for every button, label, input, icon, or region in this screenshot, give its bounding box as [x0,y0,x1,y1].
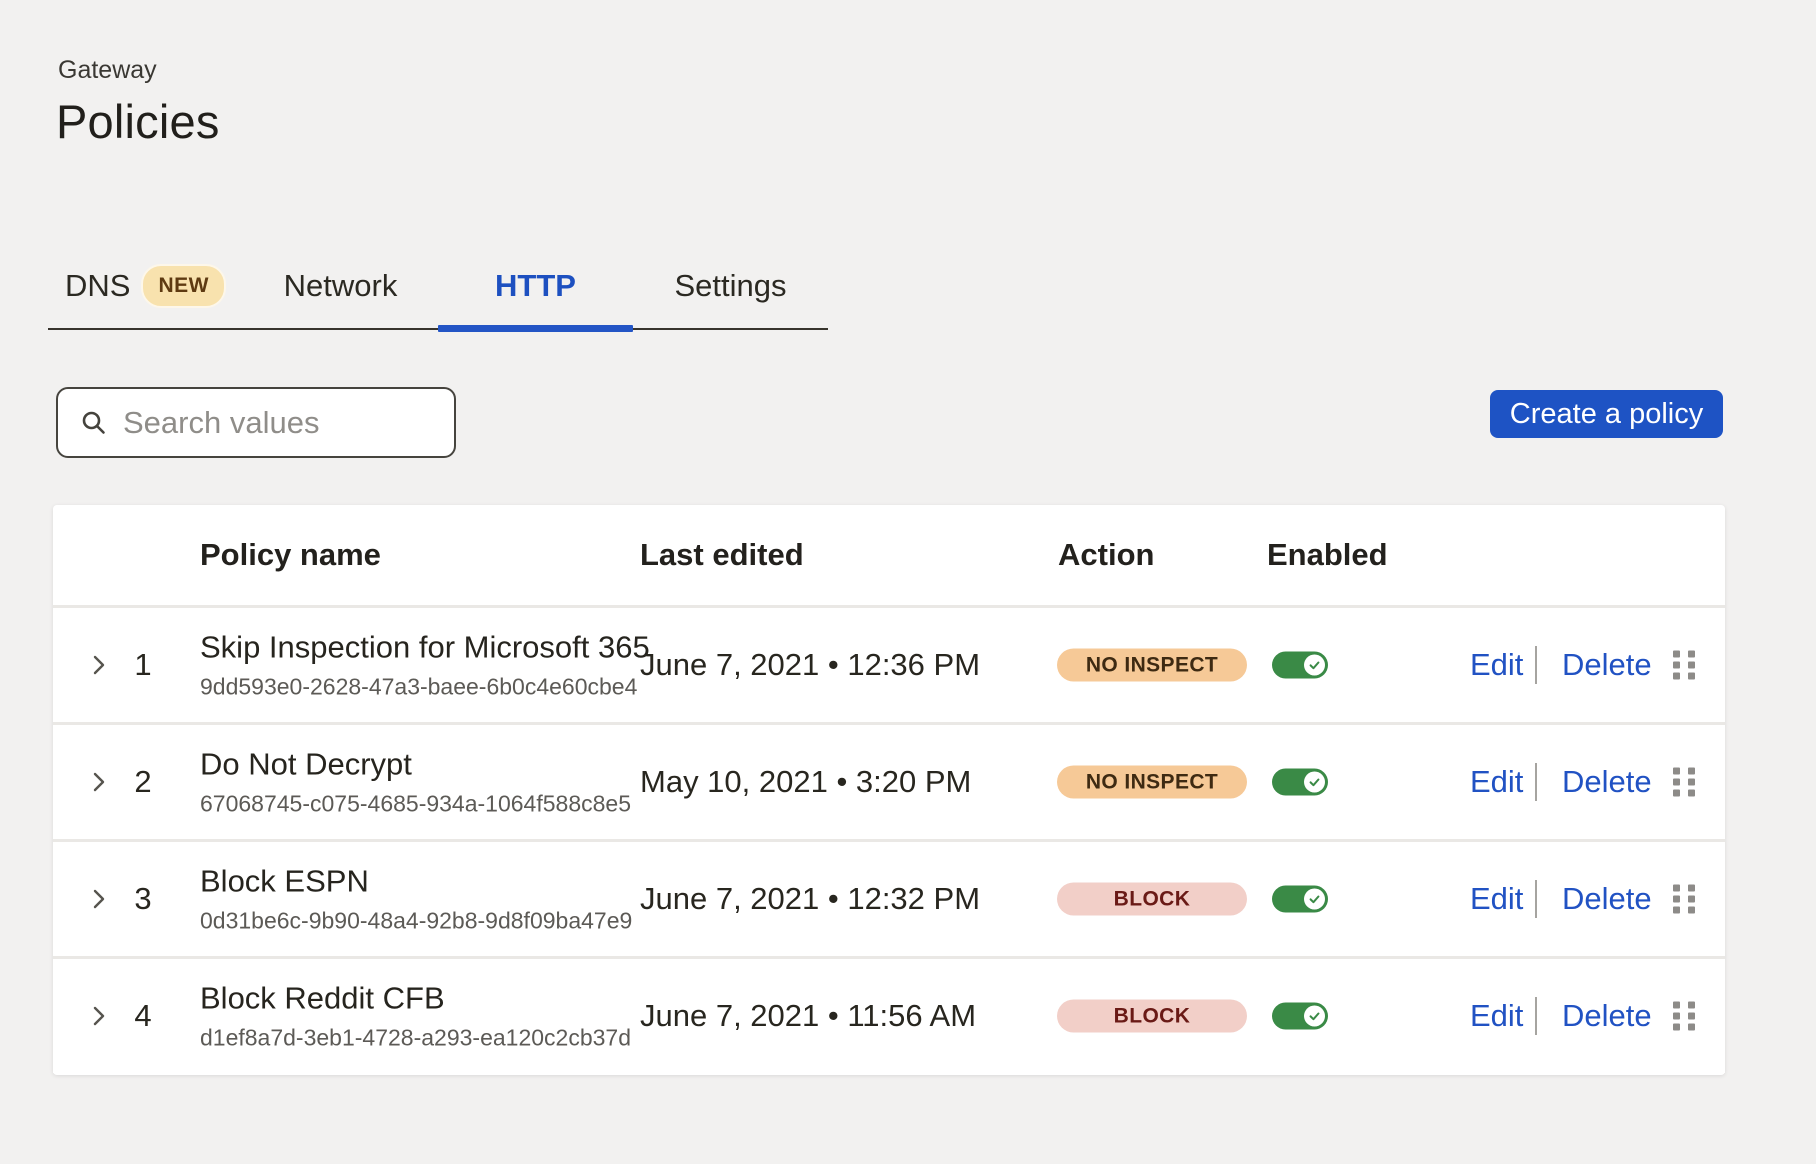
action-badge: NO INSPECT [1057,766,1247,799]
table-header: Policy name Last edited Action Enabled [53,505,1725,605]
row-number: 4 [125,998,161,1034]
tab-http-label: HTTP [495,268,576,304]
row-number: 2 [125,764,161,800]
edit-link[interactable]: Edit [1470,647,1523,683]
table-row: 2 Do Not Decrypt 67068745-c075-4685-934a… [53,722,1725,839]
page-title: Policies [56,94,220,149]
tab-http[interactable]: HTTP [438,242,633,330]
column-last-edited: Last edited [640,537,804,573]
delete-link[interactable]: Delete [1562,998,1652,1034]
policy-name: Block ESPN [200,864,632,900]
policy-uuid: 0d31be6c-9b90-48a4-92b8-9d8f09ba47e9 [200,908,632,935]
create-policy-button[interactable]: Create a policy [1490,390,1723,438]
action-badge: NO INSPECT [1057,649,1247,682]
enabled-toggle[interactable] [1272,1003,1328,1030]
enabled-toggle[interactable] [1272,652,1328,679]
gateway-policies-page: Gateway Policies DNS NEW Network HTTP Se… [0,0,1816,1164]
last-edited-value: June 7, 2021 • 11:56 AM [640,998,976,1034]
toggle-knob-check-icon [1304,772,1325,793]
action-badge: BLOCK [1057,883,1247,916]
last-edited-value: June 7, 2021 • 12:36 PM [640,647,980,683]
policy-uuid: 9dd593e0-2628-47a3-baee-6b0c4e60cbe4 [200,674,650,701]
last-edited-value: May 10, 2021 • 3:20 PM [640,764,971,800]
delete-link[interactable]: Delete [1562,647,1652,683]
expand-chevron-icon[interactable] [86,1003,112,1029]
tab-settings[interactable]: Settings [633,242,828,330]
column-enabled: Enabled [1267,537,1388,573]
table-body: 1 Skip Inspection for Microsoft 365 9dd5… [53,605,1725,1073]
tab-bar: DNS NEW Network HTTP Settings [48,242,828,330]
action-divider [1535,763,1537,801]
policy-uuid: 67068745-c075-4685-934a-1064f588c8e5 [200,791,631,818]
toggle-knob-check-icon [1304,655,1325,676]
tab-network[interactable]: Network [243,242,438,330]
policy-uuid: d1ef8a7d-3eb1-4728-a293-ea120c2cb37d [200,1025,631,1052]
delete-link[interactable]: Delete [1562,764,1652,800]
edit-link[interactable]: Edit [1470,881,1523,917]
last-edited-value: June 7, 2021 • 12:32 PM [640,881,980,917]
policy-name: Do Not Decrypt [200,747,631,783]
drag-handle-icon[interactable] [1673,885,1695,914]
expand-chevron-icon[interactable] [86,652,112,678]
column-action: Action [1058,537,1154,573]
edit-link[interactable]: Edit [1470,998,1523,1034]
new-badge: NEW [141,264,226,308]
enabled-toggle[interactable] [1272,886,1328,913]
search-icon [80,409,107,436]
tab-settings-label: Settings [674,268,786,304]
policy-name: Skip Inspection for Microsoft 365 [200,630,650,666]
action-divider [1535,646,1537,684]
action-badge: BLOCK [1057,1000,1247,1033]
action-divider [1535,997,1537,1035]
search-box [56,387,456,458]
search-input[interactable] [123,405,436,441]
expand-chevron-icon[interactable] [86,886,112,912]
delete-link[interactable]: Delete [1562,881,1652,917]
row-number: 1 [125,647,161,683]
column-policy-name: Policy name [200,537,381,573]
table-row: 1 Skip Inspection for Microsoft 365 9dd5… [53,605,1725,722]
table-row: 4 Block Reddit CFB d1ef8a7d-3eb1-4728-a2… [53,956,1725,1073]
toggle-knob-check-icon [1304,889,1325,910]
drag-handle-icon[interactable] [1673,1002,1695,1031]
policy-name-cell: Block ESPN 0d31be6c-9b90-48a4-92b8-9d8f0… [200,864,632,935]
drag-handle-icon[interactable] [1673,651,1695,680]
policy-name-cell: Block Reddit CFB d1ef8a7d-3eb1-4728-a293… [200,981,631,1052]
policy-name-cell: Skip Inspection for Microsoft 365 9dd593… [200,630,650,701]
tab-dns[interactable]: DNS NEW [48,242,243,330]
breadcrumb: Gateway [58,56,157,85]
policy-name-cell: Do Not Decrypt 67068745-c075-4685-934a-1… [200,747,631,818]
policy-name: Block Reddit CFB [200,981,631,1017]
tab-network-label: Network [284,268,398,304]
drag-handle-icon[interactable] [1673,768,1695,797]
tab-dns-label: DNS [65,268,130,304]
table-row: 3 Block ESPN 0d31be6c-9b90-48a4-92b8-9d8… [53,839,1725,956]
edit-link[interactable]: Edit [1470,764,1523,800]
row-number: 3 [125,881,161,917]
action-divider [1535,880,1537,918]
toggle-knob-check-icon [1304,1006,1325,1027]
policies-table: Policy name Last edited Action Enabled 1… [53,505,1725,1075]
expand-chevron-icon[interactable] [86,769,112,795]
enabled-toggle[interactable] [1272,769,1328,796]
